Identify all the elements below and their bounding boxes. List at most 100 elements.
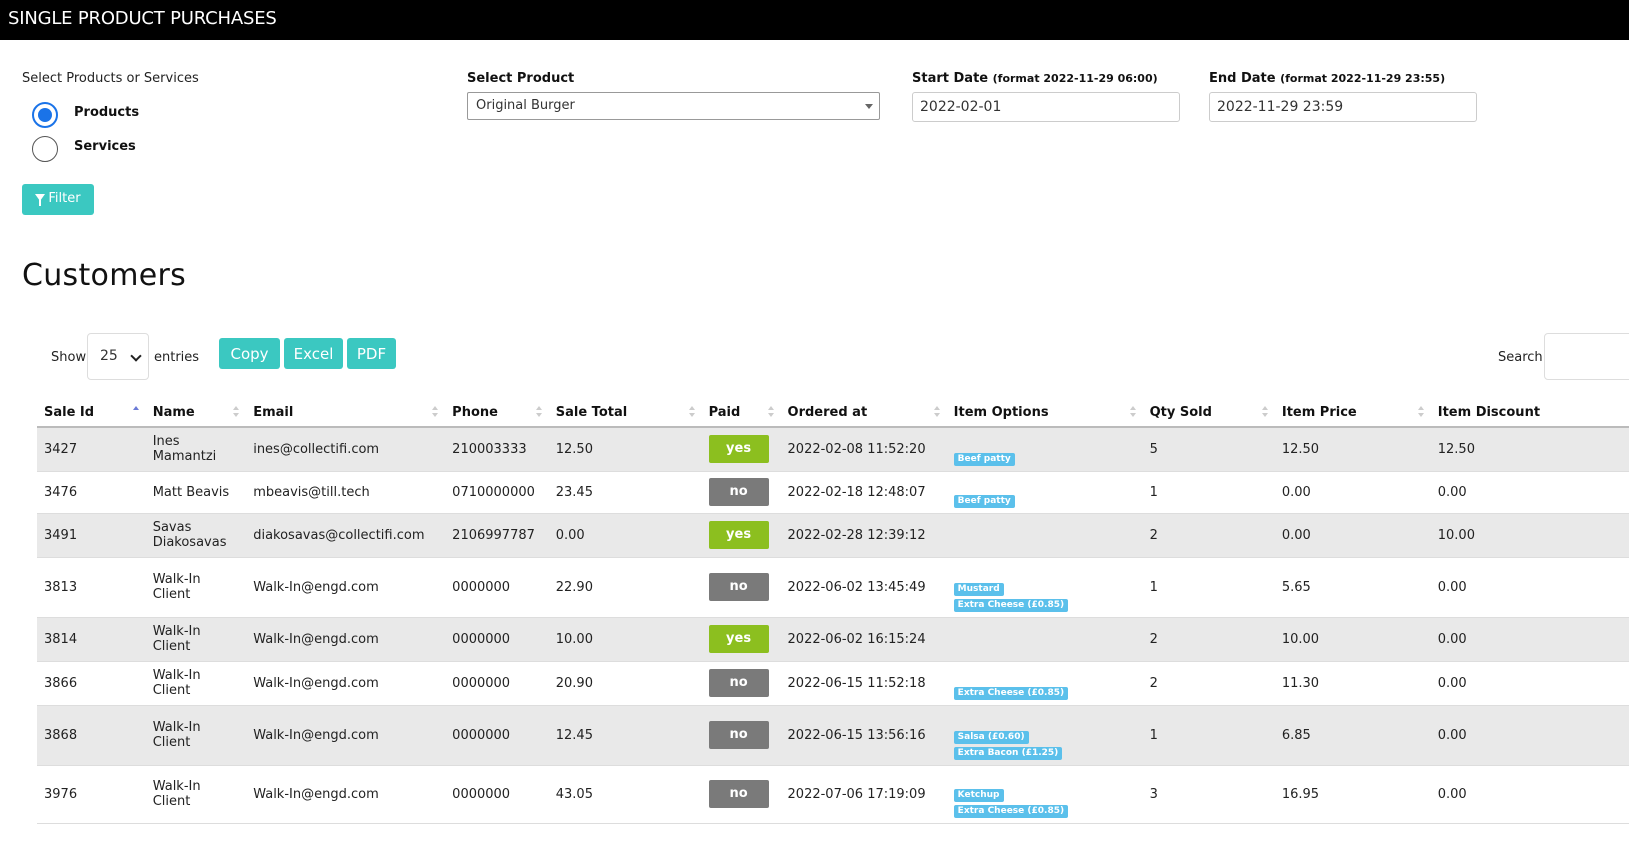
- search-input[interactable]: [1544, 333, 1629, 380]
- item-option-badge: Extra Cheese (£0.85): [953, 804, 1069, 818]
- cell-sale-id: 3868: [37, 705, 146, 766]
- cell-paid: yes: [701, 427, 781, 472]
- cell-item-options: Ketchup Extra Cheese (£0.85): [946, 765, 1143, 824]
- excel-button[interactable]: Excel: [284, 338, 343, 369]
- start-date-label: Start Date (format 2022-11-29 06:00): [912, 71, 1158, 86]
- cell-email: Walk-In@engd.com: [246, 705, 446, 766]
- cell-email: mbeavis@till.tech: [246, 471, 446, 514]
- col-header-item-options[interactable]: Item Options: [946, 398, 1143, 428]
- cell-qty-sold: 2: [1142, 513, 1275, 558]
- end-date-label: End Date (format 2022-11-29 23:55): [1209, 71, 1446, 86]
- table-row: 3476 Matt Beavis mbeavis@till.tech 07100000…: [37, 471, 1629, 514]
- cell-sale-id: 3427: [37, 427, 146, 472]
- cell-item-discount: 12.50: [1430, 427, 1629, 472]
- table-row: 3427 Ines Mamantzi ines@collectifi.com 2100…: [37, 427, 1629, 472]
- cell-name: Ines Mamantzi: [145, 427, 247, 472]
- cell-email: Walk-In@engd.com: [246, 617, 446, 662]
- radio-products-label[interactable]: Products: [74, 105, 139, 120]
- radio-services-label[interactable]: Services: [74, 139, 136, 154]
- cell-qty-sold: 2: [1142, 617, 1275, 662]
- paid-badge: yes: [708, 625, 769, 653]
- cell-paid: no: [701, 705, 781, 766]
- col-header-qty-sold[interactable]: Qty Sold: [1142, 398, 1275, 428]
- cell-sale-id: 3476: [37, 471, 146, 514]
- cell-item-options: Mustard Extra Cheese (£0.85): [946, 557, 1143, 618]
- item-option-badge: Salsa (£0.60): [953, 730, 1029, 744]
- cell-item-price: 0.00: [1274, 513, 1431, 558]
- sort-icon: [688, 406, 696, 418]
- col-header-phone[interactable]: Phone: [445, 398, 549, 428]
- cell-sale-id: 3976: [37, 765, 146, 824]
- search-label: Search:: [1498, 350, 1548, 365]
- item-option-badge: Ketchup: [953, 788, 1004, 802]
- paid-badge: no: [708, 780, 769, 808]
- sort-icon: [767, 406, 775, 418]
- cell-qty-sold: 3: [1142, 765, 1275, 824]
- cell-ordered-at: 2022-07-06 17:19:09: [780, 765, 947, 824]
- filter-icon: [35, 194, 46, 206]
- cell-item-options: Beef patty: [946, 471, 1143, 514]
- cell-phone: 0000000: [445, 661, 549, 706]
- cell-item-price: 11.30: [1274, 661, 1431, 706]
- cell-item-options: Beef patty: [946, 427, 1143, 472]
- copy-button[interactable]: Copy: [219, 338, 280, 369]
- cell-qty-sold: 2: [1142, 661, 1275, 706]
- cell-item-price: 12.50: [1274, 427, 1431, 472]
- table-row: 3868 Walk-In Client Walk-In@engd.com 000000…: [37, 705, 1629, 766]
- cell-ordered-at: 2022-06-02 16:15:24: [780, 617, 947, 662]
- cell-ordered-at: 2022-06-15 13:56:16: [780, 705, 947, 766]
- product-select[interactable]: Original Burger: [467, 92, 880, 120]
- paid-badge: no: [708, 478, 769, 506]
- cell-phone: 0000000: [445, 765, 549, 824]
- col-header-item-price[interactable]: Item Price: [1274, 398, 1431, 428]
- sort-icon: [1129, 406, 1137, 418]
- cell-name: Savas Diakosavas: [145, 513, 247, 558]
- sort-asc-icon: [132, 406, 140, 418]
- cell-sale-id: 3814: [37, 617, 146, 662]
- cell-item-options: Extra Cheese (£0.85): [946, 661, 1143, 706]
- entries-select[interactable]: 25: [87, 333, 149, 380]
- sort-icon: [233, 406, 240, 418]
- cell-name: Walk-In Client: [145, 765, 247, 824]
- entries-select-value: 25: [100, 348, 118, 364]
- cell-paid: yes: [701, 513, 781, 558]
- col-header-email[interactable]: Email: [246, 398, 446, 428]
- dropdown-caret-icon: [865, 104, 873, 109]
- table-row: 3491 Savas Diakosavas diakosavas@collectif…: [37, 513, 1629, 558]
- cell-sale-id: 3813: [37, 557, 146, 618]
- col-header-sale-id[interactable]: Sale Id: [37, 398, 146, 428]
- paid-badge: yes: [708, 435, 769, 464]
- cell-name: Walk-In Client: [145, 661, 247, 706]
- col-header-paid[interactable]: Paid: [701, 398, 781, 428]
- table-row: 3866 Walk-In Client Walk-In@engd.com 000000…: [37, 661, 1629, 706]
- paid-badge: yes: [708, 521, 769, 549]
- start-date-input[interactable]: 2022-02-01: [912, 92, 1180, 122]
- cell-item-discount: 0.00: [1430, 765, 1629, 824]
- end-date-input[interactable]: 2022-11-29 23:59: [1209, 92, 1477, 122]
- col-header-ordered-at[interactable]: Ordered at: [780, 398, 947, 428]
- filter-button[interactable]: Filter: [22, 184, 94, 215]
- entries-label: entries: [154, 350, 200, 365]
- radio-services[interactable]: [32, 136, 58, 162]
- cell-name: Walk-In Client: [145, 617, 247, 662]
- cell-item-options: [946, 617, 1143, 662]
- cell-phone: 0000000: [445, 617, 549, 662]
- cell-sale-total: 23.45: [548, 471, 702, 514]
- cell-paid: no: [701, 471, 781, 514]
- cell-paid: yes: [701, 617, 781, 662]
- product-type-label: Select Products or Services: [22, 71, 199, 86]
- item-option-badge: Mustard: [953, 582, 1004, 596]
- cell-sale-total: 12.45: [548, 705, 702, 766]
- product-select-value: Original Burger: [476, 98, 575, 113]
- cell-phone: 210003333: [445, 427, 549, 472]
- pdf-button[interactable]: PDF: [347, 338, 396, 369]
- cell-name: Walk-In Client: [145, 557, 247, 618]
- col-header-sale-total[interactable]: Sale Total: [548, 398, 702, 428]
- cell-ordered-at: 2022-02-08 11:52:20: [780, 427, 947, 472]
- show-label: Show: [51, 350, 87, 365]
- radio-products[interactable]: [32, 102, 58, 128]
- cell-email: ines@collectifi.com: [246, 427, 446, 472]
- col-header-name[interactable]: Name: [145, 398, 247, 428]
- col-header-item-discount[interactable]: Item Discount: [1430, 398, 1629, 428]
- cell-qty-sold: 1: [1142, 705, 1275, 766]
